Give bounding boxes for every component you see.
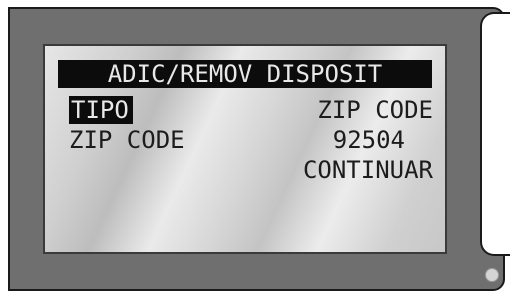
zip-code-value[interactable]: 92504	[333, 126, 405, 154]
zip-code-label: ZIP CODE	[69, 126, 185, 154]
continuar-option[interactable]: CONTINUAR	[303, 156, 433, 184]
indicator-dot	[485, 268, 499, 282]
bezel-notch	[480, 12, 510, 256]
menu-item-tipo[interactable]: TIPO	[69, 96, 133, 124]
screen-title: ADIC/REMOV DISPOSIT	[58, 60, 432, 88]
menu-item-zip-code-option[interactable]: ZIP CODE	[317, 96, 433, 124]
lcd-screen: ADIC/REMOV DISPOSIT TIPO ZIP CODE ZIP CO…	[43, 44, 447, 254]
